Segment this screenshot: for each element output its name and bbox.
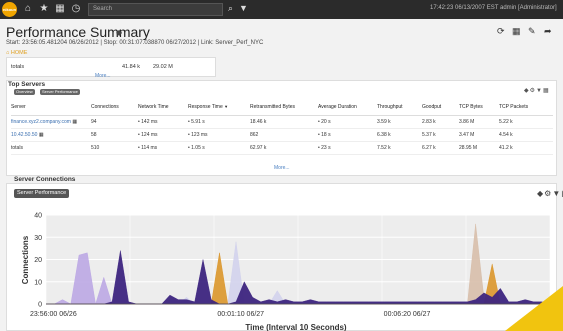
x-tick-label: 00:06:20 06/27 [384, 311, 431, 318]
y-axis-label: Connections [21, 235, 30, 284]
y-tick-label: 0 [38, 302, 42, 309]
y-tick-label: 20 [34, 257, 42, 264]
connections-chart[interactable]: 0 10 20 30 40 23:56:00 06/26 00:01:10 06/27 00:… [0, 0, 563, 331]
x-axis-label: Time (Interval 10 Seconds) [245, 323, 347, 331]
y-tick-label: 10 [34, 279, 42, 286]
y-tick-label: 30 [34, 235, 42, 242]
x-tick-label: 23:56:00 06/26 [30, 311, 77, 318]
y-tick-label: 40 [34, 213, 42, 220]
corner-accent [505, 286, 563, 331]
x-tick-label: 00:01:10 06/27 [217, 311, 264, 318]
